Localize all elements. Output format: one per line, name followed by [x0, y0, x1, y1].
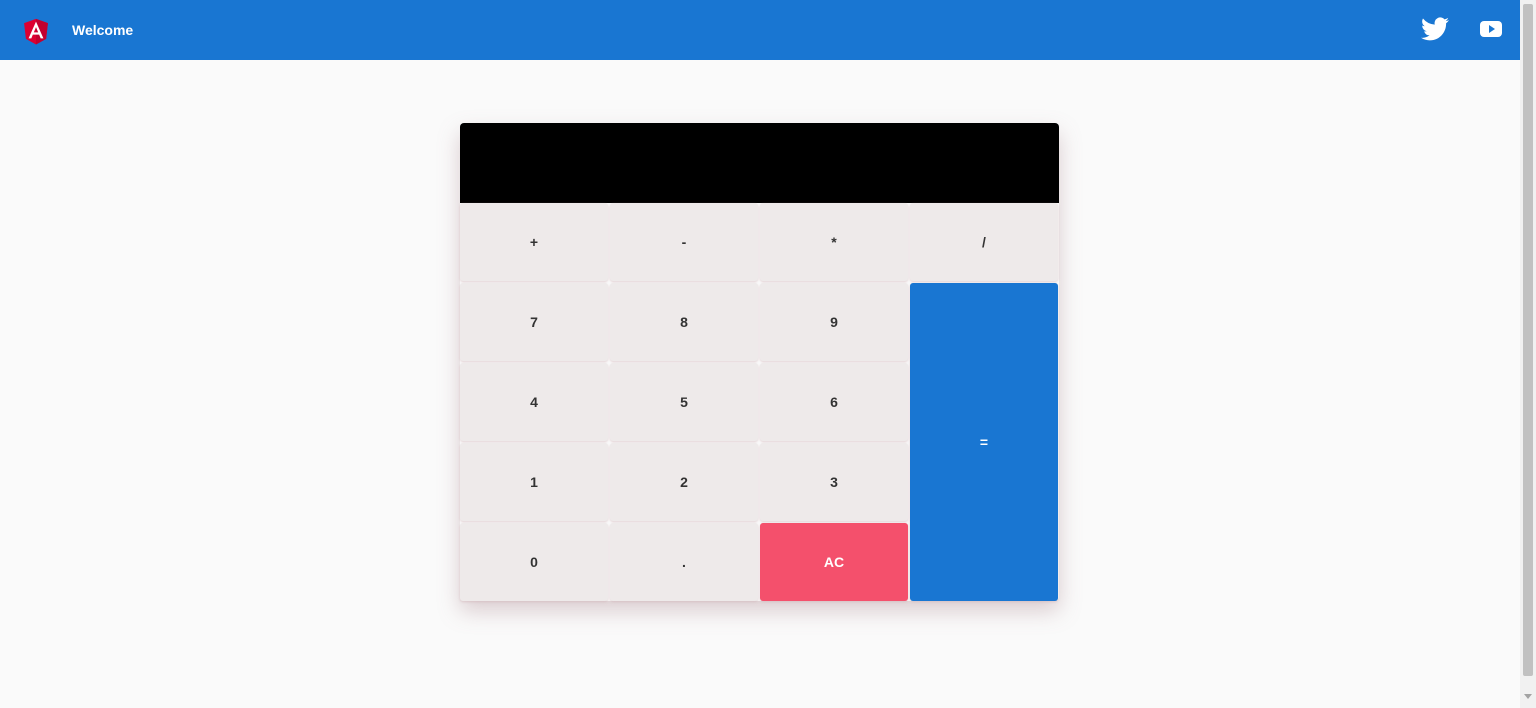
calculator-keypad: + - * / 7 8 9 = 4 5 6 1 2 3 0 . AC	[460, 203, 1059, 601]
toolbar-title: Welcome	[72, 22, 134, 38]
scrollbar-thumb[interactable]	[1523, 4, 1533, 676]
digit-5-button[interactable]: 5	[610, 363, 758, 441]
multiply-button[interactable]: *	[760, 203, 908, 281]
top-toolbar: Welcome	[0, 0, 1520, 60]
equals-button[interactable]: =	[910, 283, 1058, 601]
digit-0-button[interactable]: 0	[460, 523, 608, 601]
youtube-icon[interactable]	[1480, 19, 1502, 39]
clear-button[interactable]: AC	[760, 523, 908, 601]
digit-9-button[interactable]: 9	[760, 283, 908, 361]
calculator-display	[460, 123, 1059, 203]
decimal-button[interactable]: .	[610, 523, 758, 601]
scroll-down-arrow-icon[interactable]	[1524, 694, 1532, 699]
digit-8-button[interactable]: 8	[610, 283, 758, 361]
minus-button[interactable]: -	[610, 203, 758, 281]
angular-logo-icon[interactable]	[20, 14, 52, 48]
digit-3-button[interactable]: 3	[760, 443, 908, 521]
digit-1-button[interactable]: 1	[460, 443, 608, 521]
twitter-icon[interactable]	[1421, 17, 1449, 41]
digit-7-button[interactable]: 7	[460, 283, 608, 361]
vertical-scrollbar[interactable]	[1520, 0, 1536, 708]
digit-2-button[interactable]: 2	[610, 443, 758, 521]
calculator: + - * / 7 8 9 = 4 5 6 1 2 3 0 . AC	[460, 123, 1059, 601]
digit-4-button[interactable]: 4	[460, 363, 608, 441]
plus-button[interactable]: +	[460, 203, 608, 281]
divide-button[interactable]: /	[910, 203, 1058, 281]
digit-6-button[interactable]: 6	[760, 363, 908, 441]
